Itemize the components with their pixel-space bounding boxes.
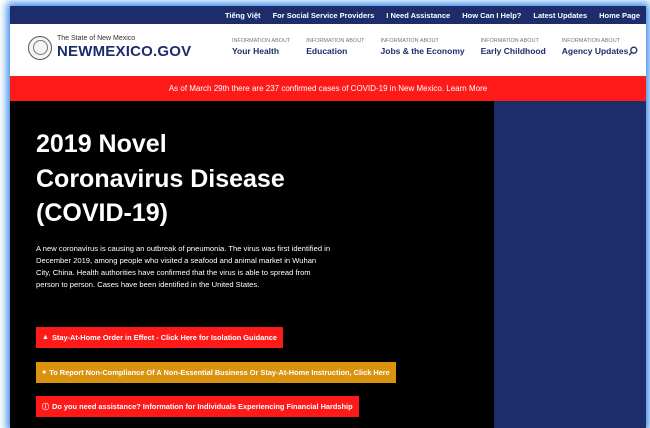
utility-link-how-can-i-help[interactable]: How Can I Help? [462, 11, 521, 20]
covid-alert-banner[interactable]: As of March 29th there are 237 confirmed… [10, 76, 646, 101]
chat-bubble-icon: ● [42, 369, 47, 376]
nav-label: Agency Updates [561, 46, 629, 56]
alert-text: As of March 29th there are 237 confirmed… [168, 84, 488, 93]
utility-link-need-assistance[interactable]: I Need Assistance [386, 11, 450, 20]
title-line-2: Coronavirus Disease [36, 164, 285, 193]
browser-frame: Tiếng Việt For Social Service Providers … [10, 6, 646, 428]
hero-description: A new coronavirus is causing an outbreak… [36, 244, 331, 290]
utility-nav: Tiếng Việt For Social Service Providers … [10, 6, 646, 24]
site-header: The State of New Mexico NEWMEXICO.GOV In… [10, 24, 646, 77]
nav-label: Early Childhood [480, 46, 546, 56]
utility-link-latest-updates[interactable]: Latest Updates [533, 11, 587, 20]
utility-link-vietnamese[interactable]: Tiếng Việt [225, 11, 261, 20]
button-label: Do you need assistance? Information for … [52, 402, 353, 411]
nav-kicker: Information About [480, 38, 539, 44]
search-icon[interactable] [628, 46, 638, 56]
nav-your-health[interactable]: Information About Your Health [232, 38, 290, 56]
nav-education[interactable]: Information About Education [306, 38, 364, 56]
warning-icon: ▲ [42, 334, 49, 341]
side-panel [494, 101, 646, 428]
button-label: To Report Non-Compliance Of A Non-Essent… [49, 368, 390, 377]
page-title: 2019 Novel Coronavirus Disease (COVID-19… [36, 127, 366, 231]
nav-agency-updates[interactable]: Information About Agency Updates [562, 38, 629, 56]
state-seal-icon [28, 35, 52, 60]
site-logo[interactable]: The State of New Mexico NEWMEXICO.GOV [28, 35, 191, 60]
nav-label: Education [306, 46, 348, 56]
main-nav: Information About Your Health Informatio… [232, 38, 644, 56]
nav-kicker: Information About [380, 38, 439, 44]
nav-label: Jobs & the Economy [380, 46, 465, 56]
logo-tagline: The State of New Mexico [57, 35, 136, 42]
nav-label: Your Health [232, 46, 280, 56]
stay-at-home-button[interactable]: ▲ Stay-At-Home Order in Effect - Click H… [36, 327, 283, 348]
title-line-3: (COVID-19) [36, 199, 168, 227]
utility-link-home-page[interactable]: Home Page [599, 11, 640, 20]
logo-wordmark: NEWMEXICO.GOV [57, 43, 192, 60]
title-line-1: 2019 Novel [36, 130, 167, 158]
nav-kicker: Information About [232, 38, 291, 44]
nav-kicker: Information About [306, 38, 365, 44]
nav-kicker: Information About [561, 38, 621, 44]
button-label: Stay-At-Home Order in Effect - Click Her… [51, 333, 277, 342]
nav-jobs-economy[interactable]: Information About Jobs & the Economy [381, 38, 465, 56]
report-noncompliance-button[interactable]: ● To Report Non-Compliance Of A Non-Esse… [36, 362, 396, 383]
financial-assistance-button[interactable]: ⓘ Do you need assistance? Information fo… [36, 396, 359, 417]
utility-link-social-service-providers[interactable]: For Social Service Providers [273, 11, 375, 20]
info-icon: ⓘ [42, 403, 49, 411]
nav-early-childhood[interactable]: Information About Early Childhood [481, 38, 546, 56]
hero-section: 2019 Novel Coronavirus Disease (COVID-19… [10, 101, 494, 428]
